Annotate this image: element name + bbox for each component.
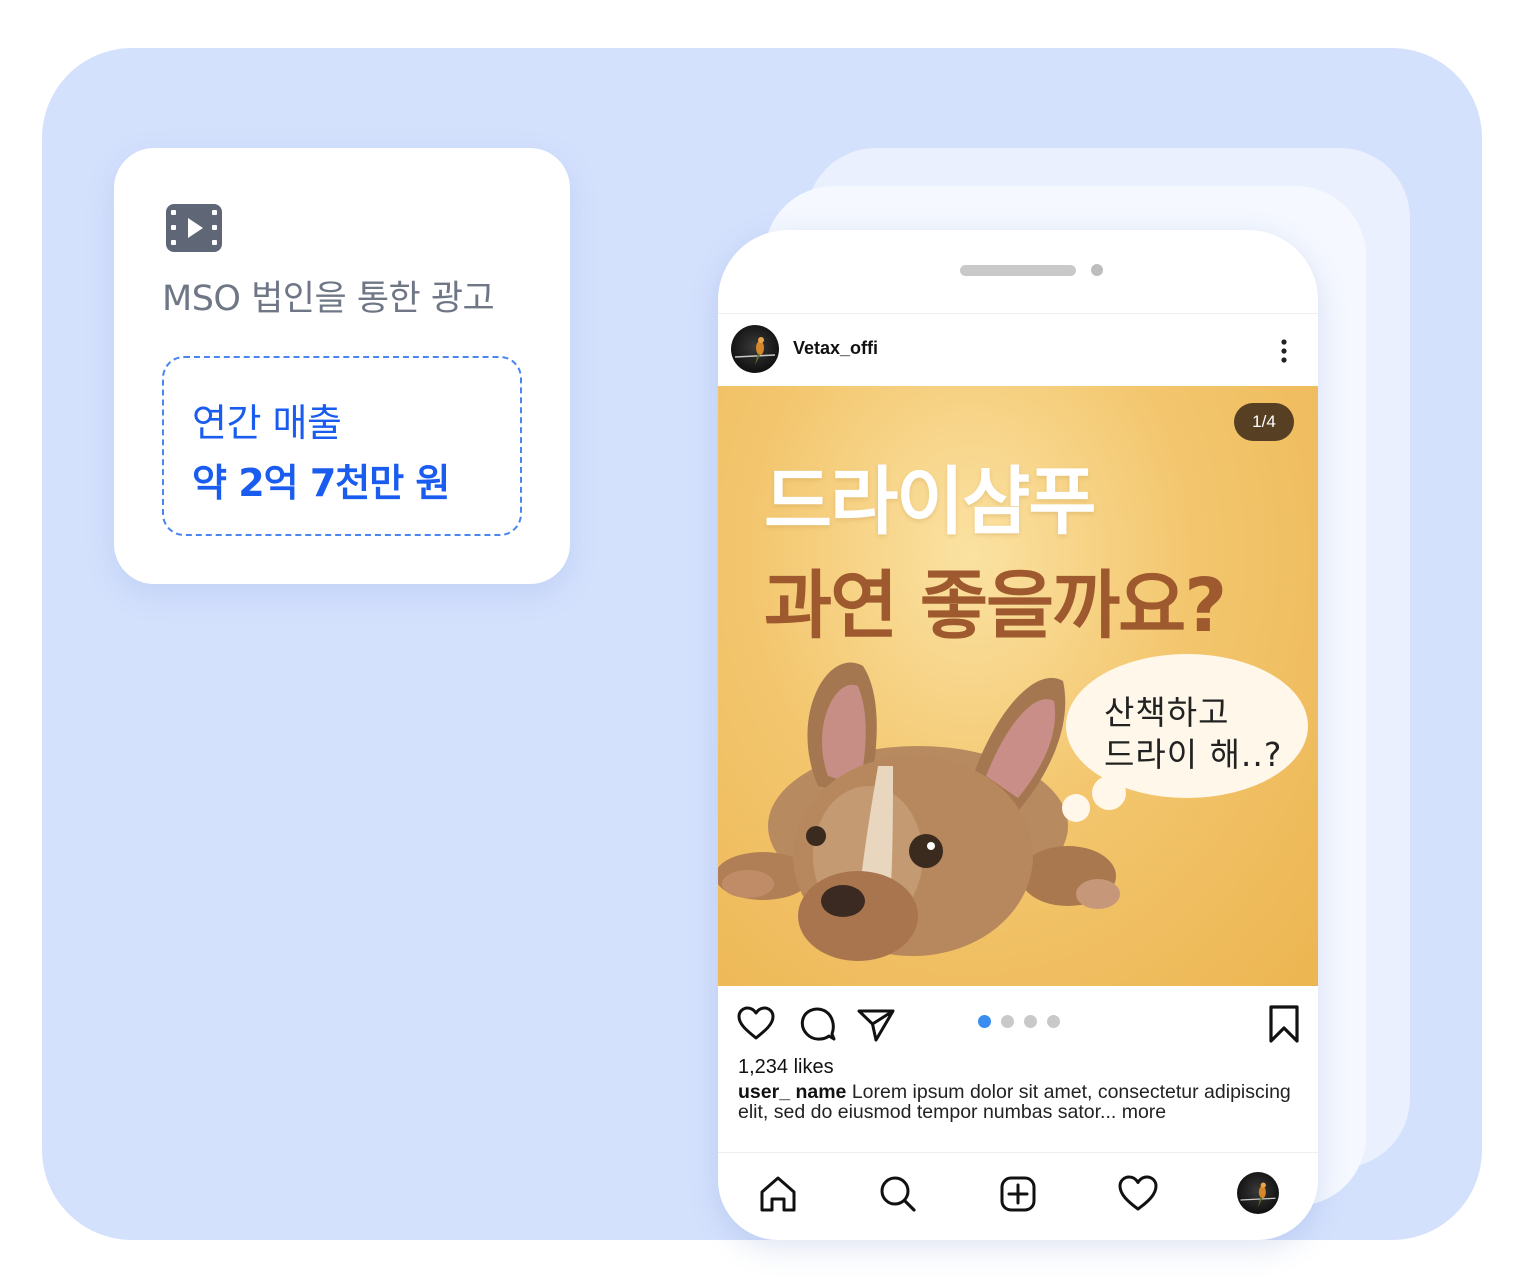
search-icon[interactable] <box>876 1172 920 1216</box>
post-actions <box>718 986 1318 1056</box>
bottom-nav <box>718 1154 1318 1240</box>
thought-bubble-tail-small <box>1062 794 1090 822</box>
revenue-label: 연간 매출 <box>192 401 342 445</box>
thought-text-2: 드라이 해..? <box>1104 735 1283 774</box>
add-post-icon[interactable] <box>996 1172 1040 1216</box>
revenue-value: 약 2억 7천만 원 <box>192 461 450 505</box>
info-card: MSO 법인을 통한 광고 연간 매출 약 2억 7천만 원 <box>114 148 570 584</box>
profile-avatar[interactable] <box>731 325 779 373</box>
caption-username[interactable]: user_ name <box>738 1081 846 1103</box>
post-header: Vetax_offi <box>718 314 1318 386</box>
carousel-dot[interactable] <box>1001 1015 1014 1028</box>
video-film-icon <box>166 204 222 252</box>
activity-heart-icon[interactable] <box>1116 1172 1160 1216</box>
thought-text-1: 산책하고 <box>1104 693 1230 732</box>
send-icon[interactable] <box>856 1004 896 1044</box>
bird-avatar-image <box>1240 1182 1276 1207</box>
carousel-dot[interactable] <box>1024 1015 1037 1028</box>
thought-bubble-tail <box>1092 776 1126 810</box>
post-headline-1: 드라이샴푸 <box>764 459 1096 545</box>
revenue-box: 연간 매출 약 2억 7천만 원 <box>162 356 522 536</box>
carousel-indicator <box>978 1015 1068 1029</box>
home-icon[interactable] <box>756 1172 800 1216</box>
heart-icon[interactable] <box>736 1004 776 1044</box>
post-image[interactable]: 1/4 드라이샴푸 과연 좋을까요? 산책하고 드라이 해..? <box>718 386 1318 986</box>
more-options-icon[interactable] <box>1274 336 1294 366</box>
carousel-counter: 1/4 <box>1234 403 1294 441</box>
bookmark-icon[interactable] <box>1264 1004 1304 1044</box>
post-caption: user_ name Lorem ipsum dolor sit amet, c… <box>738 1082 1304 1122</box>
post-username[interactable]: Vetax_offi <box>793 338 878 359</box>
carousel-dot[interactable] <box>978 1015 991 1028</box>
phone-camera <box>1091 264 1103 276</box>
divider <box>718 1152 1318 1153</box>
profile-avatar[interactable] <box>1237 1172 1279 1214</box>
card-label: MSO 법인을 통한 광고 <box>162 279 495 319</box>
phone-mockup: Vetax_offi 1/4 드라이샴푸 과연 좋을까요? 산책하고 드라이 해… <box>718 230 1318 1240</box>
bird-avatar-image <box>734 337 776 365</box>
likes-count[interactable]: 1,234 likes <box>738 1056 834 1079</box>
carousel-dot[interactable] <box>1047 1015 1060 1028</box>
comment-icon[interactable] <box>798 1004 838 1044</box>
phone-speaker <box>960 265 1076 276</box>
